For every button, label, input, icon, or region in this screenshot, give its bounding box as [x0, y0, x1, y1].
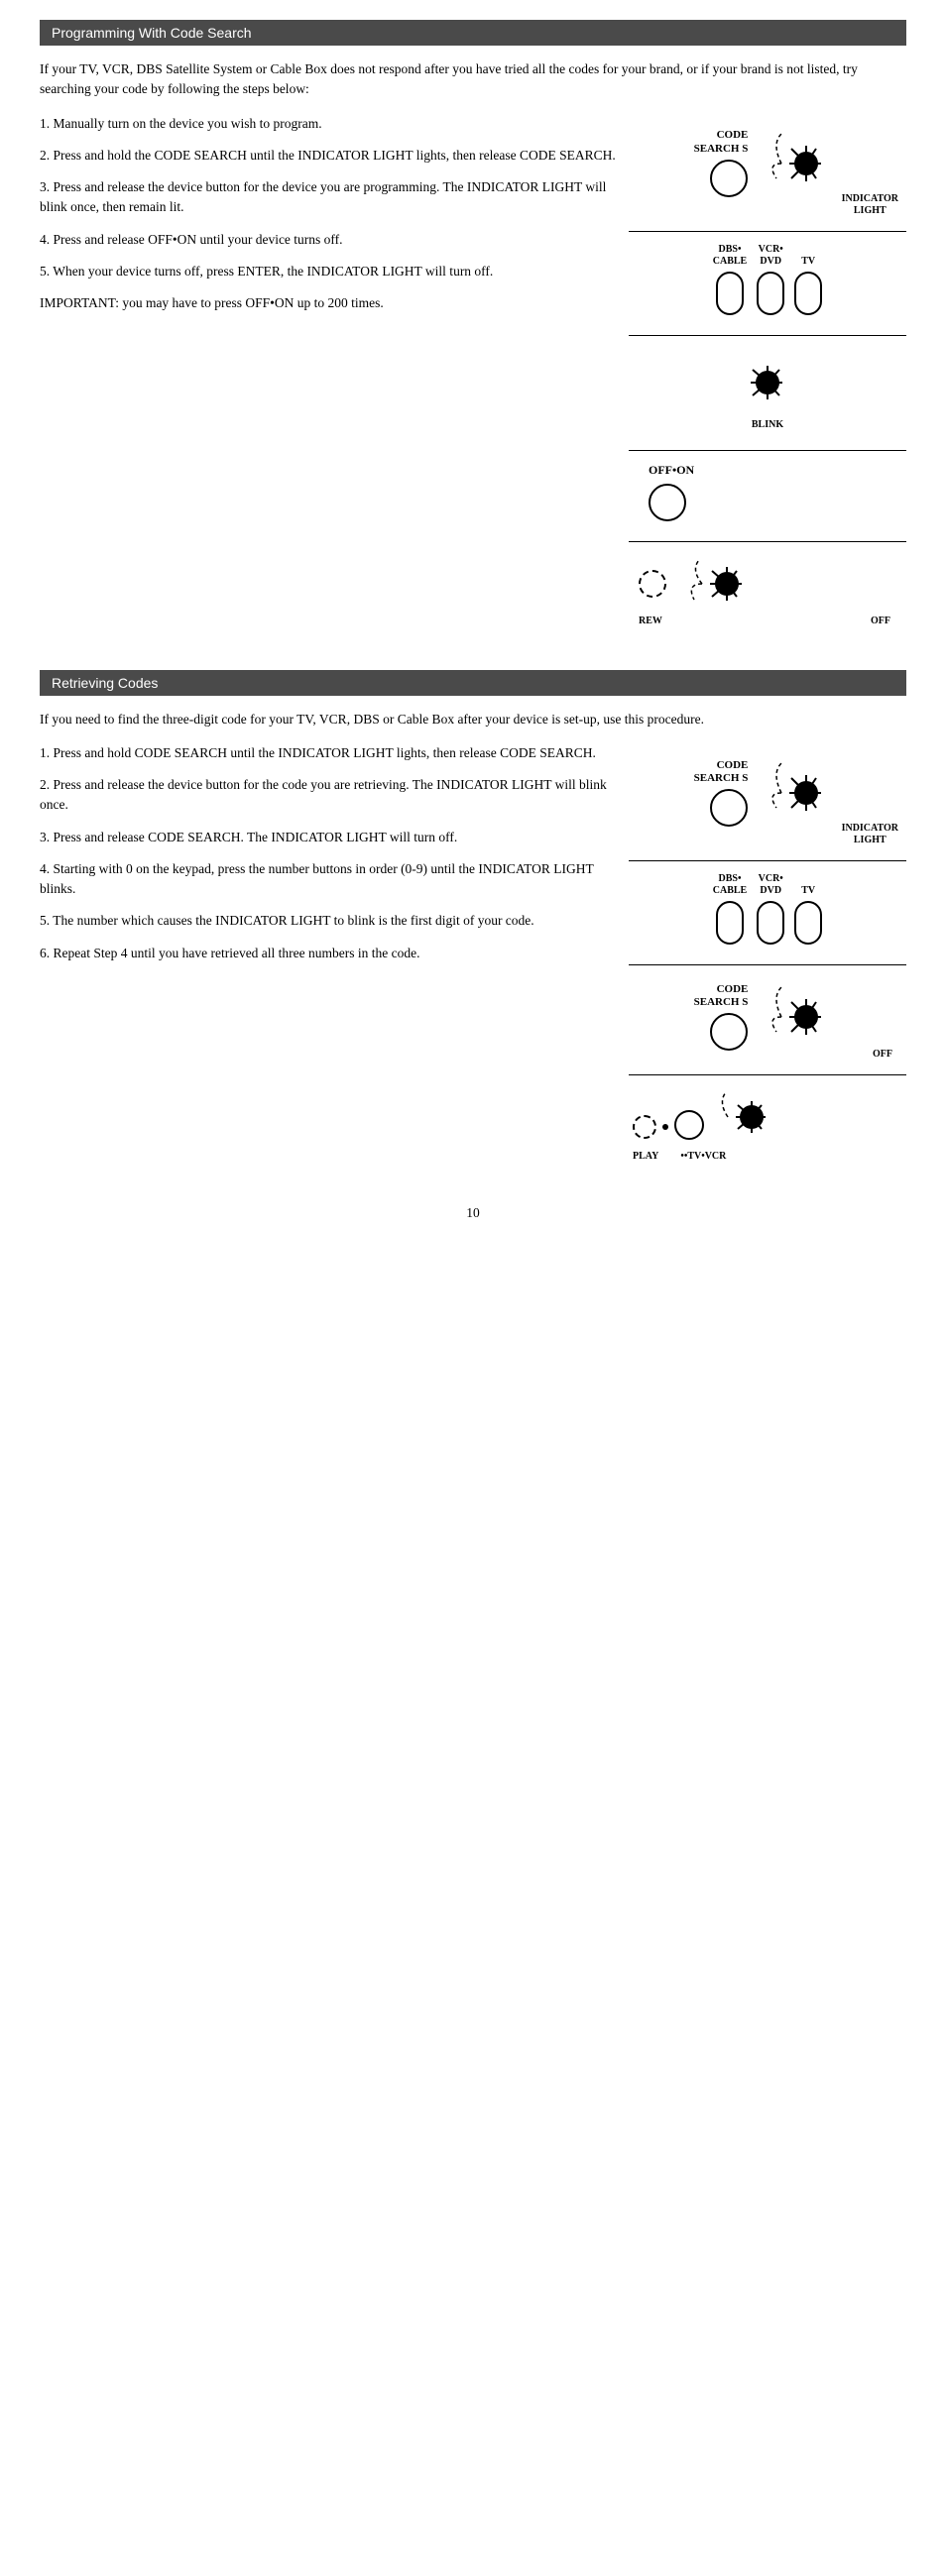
step5: 5. When your device turns off, press ENT…: [40, 262, 619, 281]
s2-code-search-button2: [710, 1013, 748, 1051]
section1-content: 1. Manually turn on the device you wish …: [40, 114, 906, 640]
s2-tv-button: [794, 901, 822, 945]
s2-step6: 6. Repeat Step 4 until you have retrieve…: [40, 944, 619, 963]
device-buttons1: DBS•CABLE VCR•DVD TV: [713, 244, 822, 315]
off-on-button: [649, 484, 686, 521]
tv-button: [794, 272, 822, 315]
rew-button: [639, 570, 666, 598]
section2-diagrams: CODESEARCH S: [629, 743, 906, 1176]
step2: 2. Press and hold the CODE SEARCH until …: [40, 146, 619, 166]
s2-diagram3: CODESEARCH S: [629, 977, 906, 1061]
s2-code-search-label2: CODESEARCH S: [694, 983, 749, 1009]
off-label: OFF: [871, 616, 890, 626]
s2-vcr-dvd-button: [757, 901, 784, 945]
off-sun-diagram: [672, 554, 771, 614]
rew-label: REW: [639, 616, 662, 626]
s2-code-search-button1: [710, 789, 748, 827]
section2-content: 1. Press and hold CODE SEARCH until the …: [40, 743, 906, 1176]
dbs-cable-label: DBS•CABLE: [713, 244, 747, 268]
s2-dot: [662, 1124, 668, 1130]
code-search-label1: CODESEARCH S: [694, 129, 749, 155]
indicator-light-label1: INDICATORLIGHT: [842, 193, 898, 217]
dbs-cable-item: DBS•CABLE: [713, 244, 747, 315]
tv-item: TV: [794, 256, 822, 315]
s2-step2: 2. Press and release the device button f…: [40, 775, 619, 816]
vcr-dvd-button: [757, 272, 784, 315]
divider2: [629, 335, 906, 336]
dbs-cable-button: [716, 272, 744, 315]
section1-diagrams: CODESEARCH S: [629, 114, 906, 640]
divider3: [629, 450, 906, 451]
s2-play-button: [633, 1115, 656, 1139]
section2: Retrieving Codes If you need to find the…: [40, 670, 906, 1176]
s2-divider2: [629, 964, 906, 965]
s2-code-search-label1: CODESEARCH S: [694, 759, 749, 785]
diagram4: OFF•ON: [629, 457, 906, 527]
page-number: 10: [40, 1205, 906, 1221]
section1-intro: If your TV, VCR, DBS Satellite System or…: [40, 59, 906, 100]
section2-header: Retrieving Codes: [40, 670, 906, 696]
s2-vcr-dvd-label: VCR•DVD: [759, 873, 783, 897]
step4: 4. Press and release OFF•ON until your d…: [40, 230, 619, 250]
s2-divider1: [629, 860, 906, 861]
blink-label: BLINK: [752, 419, 783, 430]
section1-header: Programming With Code Search: [40, 20, 906, 46]
vcr-dvd-label: VCR•DVD: [759, 244, 783, 268]
s2-indicator-light-diagram1: [752, 753, 841, 833]
s2-tv-vcr-button: [674, 1110, 704, 1140]
s2-step1: 1. Press and hold CODE SEARCH until the …: [40, 743, 619, 763]
diagram3: BLINK: [629, 342, 906, 436]
important-note: IMPORTANT: you may have to press OFF•ON …: [40, 293, 619, 313]
step3: 3. Press and release the device button f…: [40, 177, 619, 218]
s2-off-label: OFF: [873, 1049, 892, 1061]
diagram2: DBS•CABLE VCR•DVD TV: [629, 238, 906, 321]
s2-vcr-dvd-item: VCR•DVD: [757, 873, 784, 945]
diagram1: CODESEARCH S: [629, 124, 906, 217]
section1-steps: 1. Manually turn on the device you wish …: [40, 114, 629, 640]
divider1: [629, 231, 906, 232]
s2-tv-item: TV: [794, 885, 822, 945]
s2-step4: 4. Starting with 0 on the keypad, press …: [40, 859, 619, 900]
s2-divider3: [629, 1074, 906, 1075]
s2-diagram4: PLAY ••TV•VCR: [629, 1081, 906, 1168]
diagram5: REW OFF: [629, 548, 906, 632]
s2-dbs-cable-item: DBS•CABLE: [713, 873, 747, 945]
indicator-light-diagram1: [752, 124, 841, 203]
page: Programming With Code Search If your TV,…: [0, 0, 946, 2576]
s2-tv-vcr-label: ••TV•VCR: [680, 1151, 726, 1162]
s2-device-buttons: DBS•CABLE VCR•DVD TV: [713, 873, 822, 945]
s2-dbs-cable-button: [716, 901, 744, 945]
blink-diagram: [723, 348, 812, 417]
tv-label: TV: [801, 256, 815, 268]
s2-off-diagram: [752, 977, 841, 1057]
s2-tv-label: TV: [801, 885, 815, 897]
s2-play-label: PLAY: [633, 1151, 658, 1162]
s2-step5: 5. The number which causes the INDICATOR…: [40, 911, 619, 931]
s2-sun-diagram: [708, 1087, 787, 1147]
step1: 1. Manually turn on the device you wish …: [40, 114, 619, 134]
code-search-button1: [710, 160, 748, 197]
s2-step3: 3. Press and release CODE SEARCH. The IN…: [40, 828, 619, 847]
s2-indicator-light-label1: INDICATORLIGHT: [842, 823, 898, 846]
off-on-label: OFF•ON: [649, 463, 694, 478]
s2-diagram2: DBS•CABLE VCR•DVD TV: [629, 867, 906, 951]
section2-steps: 1. Press and hold CODE SEARCH until the …: [40, 743, 629, 1176]
s2-dbs-cable-label: DBS•CABLE: [713, 873, 747, 897]
divider4: [629, 541, 906, 542]
vcr-dvd-item: VCR•DVD: [757, 244, 784, 315]
s2-diagram1: CODESEARCH S: [629, 753, 906, 846]
section2-intro: If you need to find the three-digit code…: [40, 710, 906, 729]
